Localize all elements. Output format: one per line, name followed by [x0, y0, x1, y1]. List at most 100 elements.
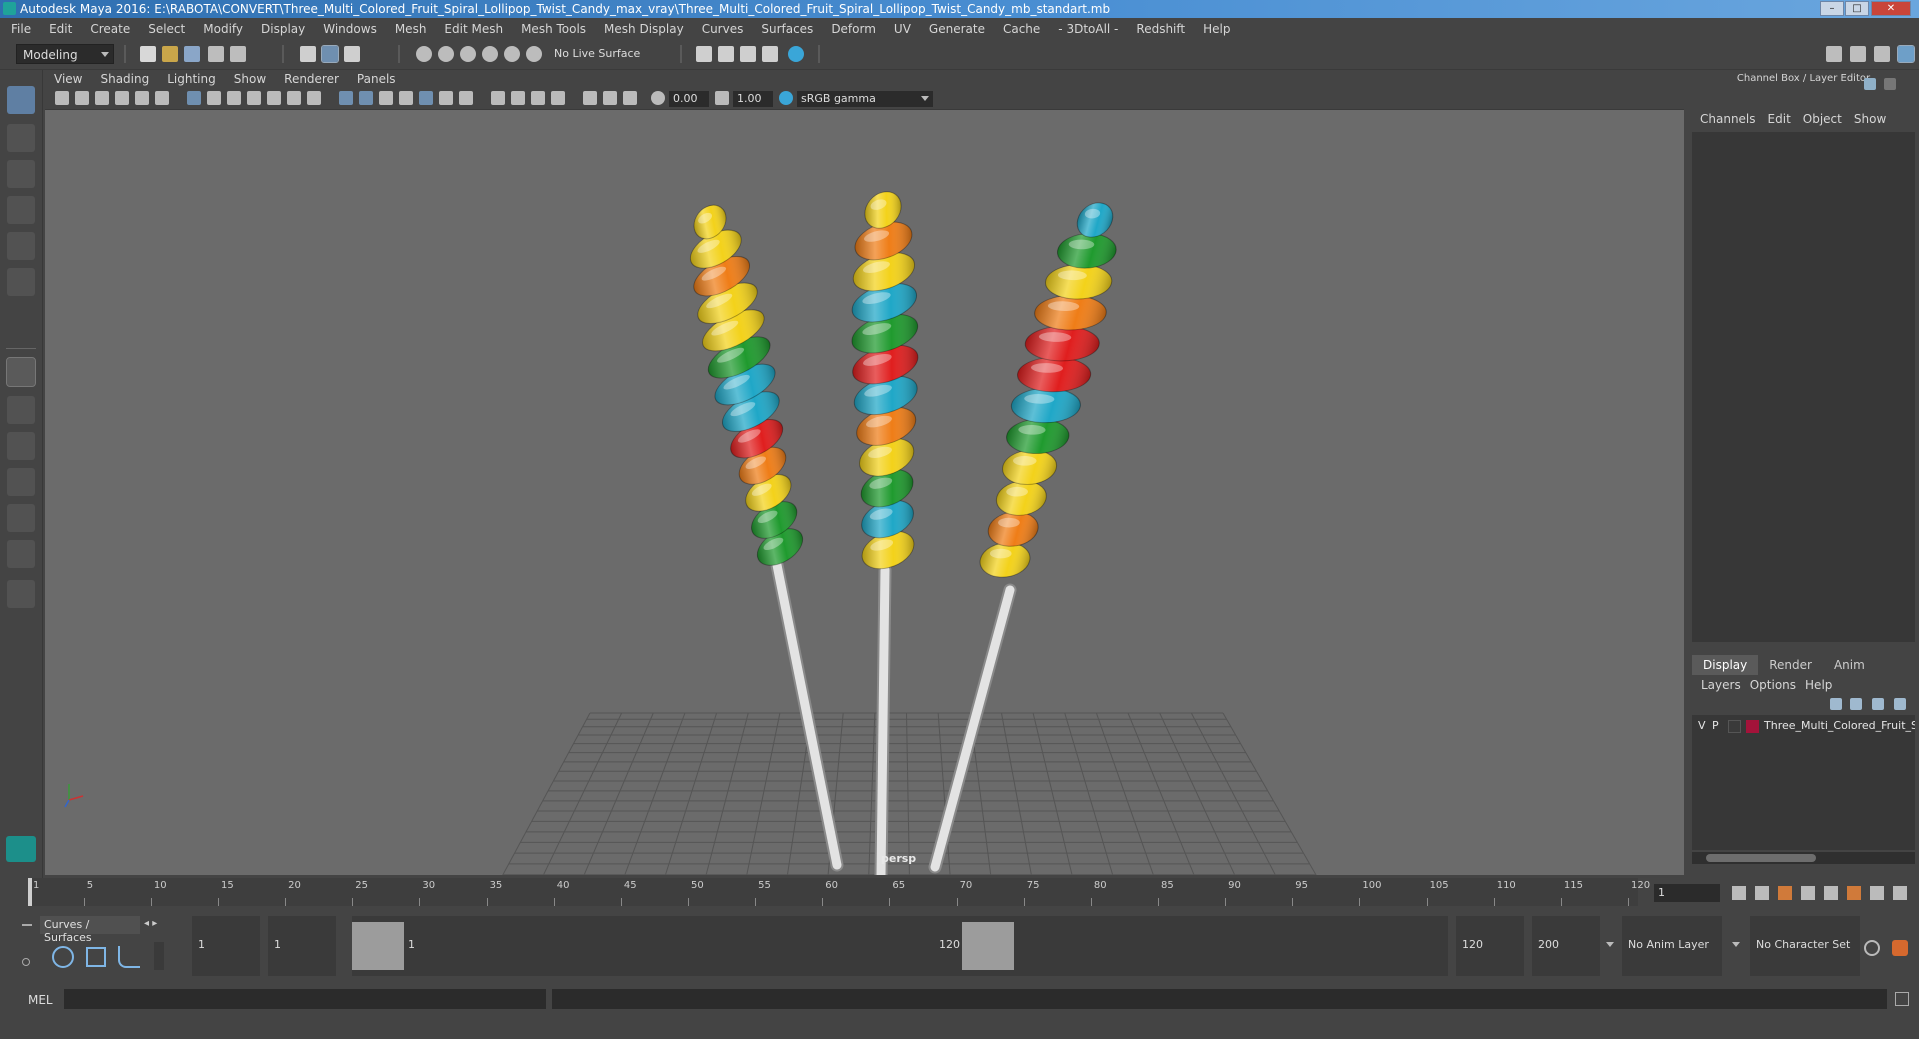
color-management-icon[interactable] [779, 91, 793, 105]
menu-select[interactable]: Select [137, 18, 192, 36]
mode-selector[interactable]: Modeling [16, 44, 114, 64]
custom-layout-icon[interactable] [7, 580, 35, 608]
hypershade-layout-icon[interactable] [7, 540, 35, 568]
persp-graph-layout-icon[interactable] [7, 468, 35, 496]
object-menu[interactable]: Object [1791, 110, 1842, 126]
playback-end-field[interactable]: 120 [1456, 916, 1524, 976]
shelf-tab-arrows-icon[interactable]: ◂ ▸ [144, 918, 157, 929]
viewport-menu-view[interactable]: View [45, 70, 91, 86]
paint-select-tool-icon[interactable] [7, 160, 35, 188]
field-chart-icon[interactable] [267, 91, 281, 105]
nurbs-square-icon[interactable] [86, 947, 106, 967]
shelf-scroll-icon[interactable] [154, 942, 164, 970]
step-forward-frame-icon[interactable] [1870, 886, 1884, 900]
layer-playback-toggle[interactable]: P [1712, 719, 1719, 732]
outliner-layout-icon[interactable] [7, 504, 35, 532]
ipr-render-icon[interactable] [740, 46, 756, 62]
channel-search-icon[interactable] [1884, 78, 1896, 90]
depth-of-field-icon[interactable] [531, 91, 545, 105]
move-tool-icon[interactable] [7, 196, 35, 224]
gamma-field[interactable]: 1.00 [733, 91, 773, 107]
menu-3dtoall[interactable]: - 3DtoAll - [1047, 18, 1125, 36]
range-slider[interactable]: 1 120 [352, 916, 1448, 976]
bookmark-icon[interactable] [95, 91, 109, 105]
step-forward-key-icon[interactable] [1847, 886, 1861, 900]
2d-pan-zoom-icon[interactable] [135, 91, 149, 105]
step-back-frame-icon[interactable] [1755, 886, 1769, 900]
tab-render[interactable]: Render [1758, 655, 1823, 675]
menu-deform[interactable]: Deform [820, 18, 883, 36]
chevron-down-icon[interactable] [1732, 942, 1740, 947]
shelf-settings-icon[interactable] [22, 958, 30, 966]
layer-visibility-toggle[interactable]: V [1698, 719, 1706, 732]
xray-joints-icon[interactable] [603, 91, 617, 105]
current-frame-field[interactable]: 1 [1654, 884, 1720, 902]
layer-name[interactable]: Three_Multi_Colored_Fruit_Sp [1764, 719, 1915, 732]
minimize-button[interactable]: – [1820, 1, 1844, 16]
new-scene-icon[interactable] [140, 46, 156, 62]
menu-help[interactable]: Help [1192, 18, 1237, 36]
channel-box-toggle-icon[interactable] [1897, 45, 1915, 63]
wireframe-on-shaded-icon[interactable] [379, 91, 393, 105]
go-to-end-icon[interactable] [1893, 886, 1907, 900]
film-gate-icon[interactable] [207, 91, 221, 105]
viewport-menu-show[interactable]: Show [225, 70, 275, 86]
maximize-button[interactable]: □ [1845, 1, 1869, 16]
play-forwards-icon[interactable] [1824, 886, 1838, 900]
select-object-icon[interactable] [321, 45, 339, 63]
isolate-select-icon[interactable] [551, 91, 565, 105]
range-start-handle[interactable] [352, 922, 404, 970]
character-set-selector[interactable]: No Character Set [1750, 916, 1860, 976]
menu-mesh-display[interactable]: Mesh Display [593, 18, 691, 36]
motion-blur-icon[interactable] [491, 91, 505, 105]
modeling-toolkit-icon[interactable] [1826, 46, 1842, 62]
viewport-panel[interactable]: View Shading Lighting Show Renderer Panels [45, 70, 1684, 875]
exposure-icon[interactable] [651, 91, 665, 105]
range-end-handle[interactable] [962, 922, 1014, 970]
channels-menu[interactable]: Channels [1688, 110, 1756, 126]
move-layer-up-icon[interactable] [1830, 698, 1842, 710]
menu-display[interactable]: Display [250, 18, 312, 36]
menu-curves[interactable]: Curves [691, 18, 751, 36]
snap-surface-icon[interactable] [504, 46, 520, 62]
show-menu[interactable]: Show [1842, 110, 1886, 126]
new-layer-selected-icon[interactable] [1894, 698, 1906, 710]
time-slider[interactable]: 1 5 10 15 20 25 30 35 40 45 50 55 60 65 70 75 80 85 90 95 10… [0, 878, 1919, 908]
lasso-tool-icon[interactable] [7, 124, 35, 152]
close-button[interactable]: ✕ [1871, 1, 1911, 16]
safe-title-icon[interactable] [307, 91, 321, 105]
tab-anim[interactable]: Anim [1823, 655, 1876, 675]
menu-mesh-tools[interactable]: Mesh Tools [510, 18, 593, 36]
play-backwards-icon[interactable] [1801, 886, 1815, 900]
menu-modify[interactable]: Modify [192, 18, 250, 36]
gate-mask-icon[interactable] [247, 91, 261, 105]
menu-windows[interactable]: Windows [312, 18, 384, 36]
viewport-menu-panels[interactable]: Panels [348, 70, 405, 86]
image-plane-icon[interactable] [115, 91, 129, 105]
chevron-down-icon[interactable] [1606, 942, 1614, 947]
move-layer-down-icon[interactable] [1850, 698, 1862, 710]
layer-row[interactable]: V P Three_Multi_Colored_Fruit_Sp [1692, 717, 1915, 735]
select-component-icon[interactable] [344, 46, 360, 62]
menu-create[interactable]: Create [79, 18, 137, 36]
smooth-shade-icon[interactable] [359, 91, 373, 105]
layer-color-swatch[interactable] [1746, 720, 1759, 733]
persp-outliner-layout-icon[interactable] [7, 432, 35, 460]
options-menu[interactable]: Options [1741, 675, 1796, 692]
screen-space-ao-icon[interactable] [459, 91, 473, 105]
camera-select-icon[interactable] [55, 91, 69, 105]
shelf-tab-curves-surfaces[interactable]: Curves / Surfaces [40, 916, 140, 944]
snap-grid-icon[interactable] [416, 46, 432, 62]
xray-components-icon[interactable] [623, 91, 637, 105]
menu-cache[interactable]: Cache [992, 18, 1047, 36]
grid-toggle-icon[interactable] [187, 91, 201, 105]
grease-pencil-icon[interactable] [155, 91, 169, 105]
rotate-tool-icon[interactable] [7, 232, 35, 260]
color-space-selector[interactable]: sRGB gamma [797, 91, 933, 107]
redo-icon[interactable] [230, 46, 246, 62]
save-scene-icon[interactable] [184, 46, 200, 62]
render-view-icon[interactable] [762, 46, 778, 62]
textured-icon[interactable] [399, 91, 413, 105]
menu-redshift[interactable]: Redshift [1125, 18, 1192, 36]
make-live-icon[interactable] [526, 46, 542, 62]
